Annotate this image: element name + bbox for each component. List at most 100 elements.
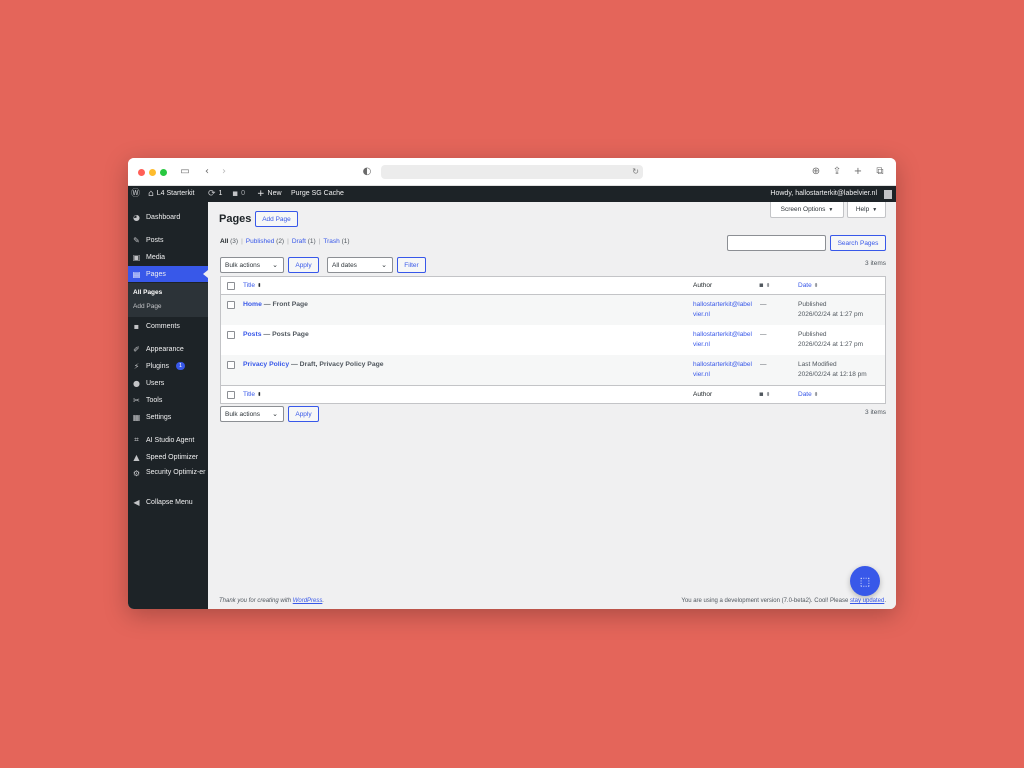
- filter-button[interactable]: Filter: [397, 257, 426, 273]
- bulk-actions-select-bottom[interactable]: Bulk actions ⌄: [220, 406, 284, 422]
- help-button[interactable]: Help ▼: [847, 202, 886, 218]
- page-title-link[interactable]: Privacy Policy: [243, 361, 289, 368]
- sidebar-item-speed-optimizer[interactable]: ▲ Speed Optimizer: [128, 449, 208, 465]
- filter-all[interactable]: All (3): [220, 238, 238, 245]
- sidebar-item-comments[interactable]: ▪ Comments: [128, 318, 208, 334]
- search-input[interactable]: [727, 235, 826, 251]
- forward-icon[interactable]: ›: [217, 165, 231, 179]
- chat-sparkle-icon: ⬚: [859, 574, 871, 588]
- admin-sidebar: ◕ Dashboard ✎ Posts ▣ Media ▤ Pages All …: [128, 202, 208, 609]
- items-count: 3 items: [865, 260, 886, 267]
- media-icon: ▣: [132, 252, 141, 262]
- dashboard-icon: ◕: [133, 212, 140, 222]
- sidebar-item-appearance[interactable]: ✐ Appearance: [128, 341, 208, 357]
- filter-draft[interactable]: Draft (1): [292, 238, 316, 245]
- sidebar-item-users[interactable]: ● Users: [128, 375, 208, 391]
- sort-icon: ⬍: [765, 392, 771, 398]
- privacy-shield-icon[interactable]: ◐: [360, 165, 374, 179]
- back-icon[interactable]: ‹: [200, 165, 214, 179]
- page-title-link[interactable]: Home: [243, 301, 262, 308]
- table-row: Privacy Policy — Draft, Privacy Policy P…: [221, 355, 885, 385]
- collapse-menu-button[interactable]: ◀ Collapse Menu: [128, 494, 208, 510]
- sort-icon: ⬍: [813, 283, 819, 289]
- pages-icon: ▤: [132, 269, 141, 279]
- pages-submenu: All Pages Add Page: [128, 283, 208, 317]
- chevron-down-icon: ⌄: [381, 261, 387, 269]
- author-link[interactable]: hallostarterkit@labelvier.nl: [693, 330, 753, 349]
- add-page-button[interactable]: Add Page: [255, 211, 298, 227]
- table-footer: Title ⬍ Author ▪ ⬍ Date ⬍: [221, 385, 885, 403]
- sort-date-link[interactable]: Date ⬍: [798, 282, 818, 289]
- filter-published[interactable]: Published (2): [246, 238, 284, 245]
- author-link[interactable]: hallostarterkit@labelvier.nl: [693, 300, 753, 319]
- date-cell: Last Modified 2026/02/24 at 12:18 pm: [798, 361, 867, 378]
- sort-icon: ⬍: [765, 283, 771, 289]
- caret-down-icon: ▼: [828, 206, 834, 213]
- home-icon: ⌂: [148, 189, 154, 199]
- sidebar-item-security-optimizer[interactable]: ⚙ Security Optimiz-er: [128, 469, 208, 489]
- search-pages-button[interactable]: Search Pages: [830, 235, 886, 251]
- user-icon: ●: [133, 378, 140, 388]
- bulk-actions-select[interactable]: Bulk actions ⌄: [220, 257, 284, 273]
- wordpress-logo-icon[interactable]: Ⓦ: [131, 186, 140, 202]
- zoom-window-button[interactable]: [160, 169, 167, 176]
- sort-date-link[interactable]: Date ⬍: [798, 391, 818, 398]
- address-bar[interactable]: ↻: [381, 165, 643, 179]
- comment-icon: ▪: [133, 321, 140, 331]
- select-all-checkbox[interactable]: [227, 282, 235, 290]
- sort-title-link[interactable]: Title ⬍: [243, 391, 262, 398]
- author-link[interactable]: hallostarterkit@labelvier.nl: [693, 360, 753, 379]
- sidebar-item-tools[interactable]: ✂ Tools: [128, 392, 208, 408]
- download-icon[interactable]: ⊕: [809, 165, 823, 179]
- reload-icon[interactable]: ↻: [632, 165, 639, 179]
- sort-title-link[interactable]: Title ⬍: [243, 282, 262, 289]
- sort-icon: ⬍: [257, 283, 262, 289]
- sidebar-item-pages[interactable]: ▤ Pages: [128, 266, 208, 282]
- purge-cache-link[interactable]: Purge SG Cache: [291, 186, 344, 202]
- admin-bar: Ⓦ ⌂ L4 Starterkit ⟳ 1 ▪ 0 + New Purge SG…: [128, 186, 896, 202]
- row-checkbox[interactable]: [227, 331, 235, 339]
- page-title-link[interactable]: Posts: [243, 331, 262, 338]
- apply-button[interactable]: Apply: [288, 257, 319, 273]
- pin-icon: ✎: [133, 235, 140, 245]
- row-checkbox[interactable]: [227, 361, 235, 369]
- submenu-all-pages[interactable]: All Pages: [133, 289, 162, 296]
- site-name-link[interactable]: ⌂ L4 Starterkit: [148, 186, 194, 202]
- author-column-header: Author: [693, 391, 713, 398]
- filter-trash[interactable]: Trash (1): [323, 238, 349, 245]
- sidebar-item-ai-studio[interactable]: ⌗ AI Studio Agent: [128, 432, 208, 448]
- sidebar-item-media[interactable]: ▣ Media: [128, 249, 208, 265]
- new-tab-icon[interactable]: +: [851, 165, 865, 179]
- comments-column-icon[interactable]: ▪ ⬍: [759, 390, 770, 398]
- ai-assistant-fab[interactable]: ⬚: [850, 566, 880, 596]
- comments-column-icon[interactable]: ▪ ⬍: [759, 281, 770, 289]
- my-account-link[interactable]: Howdy, hallostarterkit@labelvier.nl: [770, 186, 892, 202]
- author-column-header: Author: [693, 282, 713, 289]
- new-content-link[interactable]: + New: [257, 186, 282, 202]
- comment-count: —: [760, 331, 767, 338]
- date-filter-select[interactable]: All dates ⌄: [327, 257, 393, 273]
- wordpress-link[interactable]: WordPress: [293, 598, 323, 604]
- collapse-icon: ◀: [133, 497, 140, 507]
- page-title: Pages: [219, 213, 252, 225]
- sidebar-item-dashboard[interactable]: ◕ Dashboard: [128, 209, 208, 225]
- screen-options-button[interactable]: Screen Options ▼: [770, 202, 844, 218]
- stay-updated-link[interactable]: stay updated: [850, 598, 884, 604]
- comments-link[interactable]: ▪ 0: [232, 186, 245, 202]
- row-checkbox[interactable]: [227, 301, 235, 309]
- tab-overview-icon[interactable]: ⧉: [873, 165, 887, 179]
- apply-button-bottom[interactable]: Apply: [288, 406, 319, 422]
- select-all-checkbox[interactable]: [227, 391, 235, 399]
- status-filter-links: All (3) | Published (2) | Draft (1) | Trash (1…: [220, 238, 350, 245]
- sidebar-toggle-icon[interactable]: ▭: [178, 165, 192, 179]
- close-window-button[interactable]: [138, 169, 145, 176]
- submenu-add-page[interactable]: Add Page: [133, 303, 162, 310]
- sidebar-item-posts[interactable]: ✎ Posts: [128, 232, 208, 248]
- table-row: Home — Front Page hallostarterkit@labelv…: [221, 295, 885, 325]
- sidebar-item-plugins[interactable]: ⚡ Plugins 1: [128, 358, 208, 374]
- share-icon[interactable]: ⇪: [830, 165, 844, 179]
- updates-link[interactable]: ⟳ 1: [208, 186, 222, 202]
- minimize-window-button[interactable]: [149, 169, 156, 176]
- sidebar-item-settings[interactable]: ▦ Settings: [128, 409, 208, 425]
- items-count-bottom: 3 items: [865, 409, 886, 416]
